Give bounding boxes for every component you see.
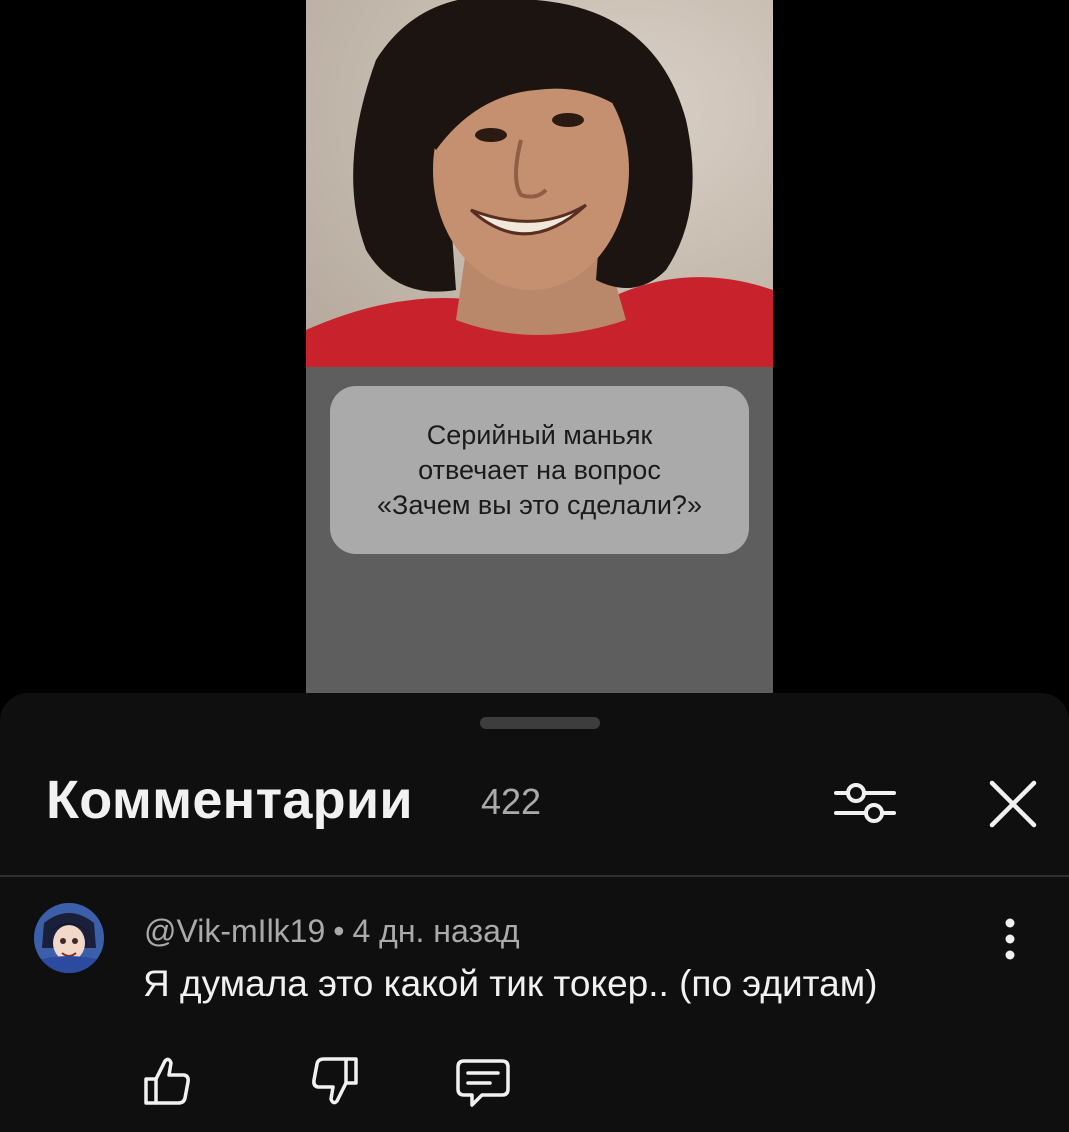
comment-item: @Vik-mIlk19 • 4 дн. назад Я думала это как…	[0, 893, 1069, 1132]
comments-title: Комментарии	[46, 770, 413, 830]
meta-separator: •	[333, 913, 345, 949]
like-button[interactable]	[136, 1051, 196, 1111]
avatar[interactable]	[34, 903, 104, 973]
comment-meta: @Vik-mIlk19 • 4 дн. назад	[144, 913, 520, 950]
video-player[interactable]: Серийный маньяк отвечает на вопрос «Заче…	[306, 0, 773, 700]
reply-icon	[452, 1051, 512, 1111]
dislike-button[interactable]	[306, 1051, 366, 1111]
close-button[interactable]	[980, 771, 1046, 837]
sliders-icon	[832, 771, 898, 837]
video-frame-image	[306, 0, 773, 367]
comment-more-button[interactable]	[990, 909, 1030, 969]
reply-button[interactable]	[452, 1051, 512, 1111]
close-icon	[980, 771, 1046, 837]
drag-handle[interactable]	[480, 717, 600, 729]
sort-filter-button[interactable]	[832, 771, 898, 837]
thumbs-up-icon	[136, 1051, 196, 1111]
comment-author[interactable]: @Vik-mIlk19	[144, 913, 325, 949]
video-caption: Серийный маньяк отвечает на вопрос «Заче…	[330, 386, 749, 554]
thumbs-down-icon	[306, 1051, 366, 1111]
comments-sheet: Комментарии 422 @Vik-mIlk19 • 4 дн. наза…	[0, 693, 1069, 1132]
more-vertical-icon	[990, 909, 1030, 969]
header-divider	[0, 875, 1069, 877]
comments-count: 422	[481, 781, 542, 822]
comment-time: 4 дн. назад	[352, 913, 520, 949]
comment-text: Я думала это какой тик токер.. (по эдита…	[143, 963, 878, 1004]
